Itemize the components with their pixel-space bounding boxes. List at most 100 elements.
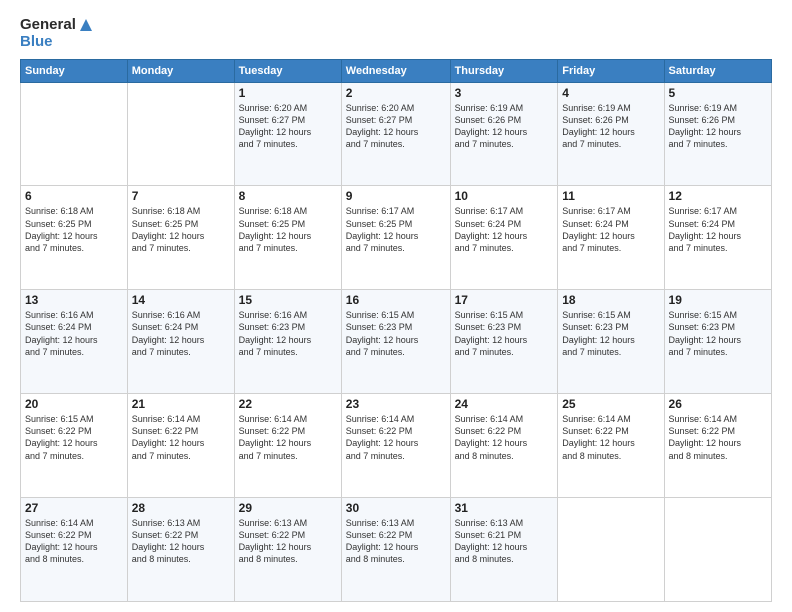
logo-container: General Blue — [20, 16, 94, 51]
calendar-cell: 22 Sunrise: 6:14 AM Sunset: 6:22 PM Dayli… — [234, 394, 341, 498]
day-number: 28 — [132, 501, 230, 515]
day-number: 30 — [346, 501, 446, 515]
day-info: Sunrise: 6:14 AM Sunset: 6:22 PM Dayligh… — [239, 413, 337, 462]
calendar-cell: 5 Sunrise: 6:19 AM Sunset: 6:26 PM Daylig… — [664, 82, 771, 186]
col-header-wednesday: Wednesday — [341, 59, 450, 82]
calendar-cell: 14Sunrise: 6:16 AM Sunset: 6:24 PM Dayli… — [127, 290, 234, 394]
day-info: Sunrise: 6:17 AM Sunset: 6:24 PM Dayligh… — [669, 205, 767, 254]
day-info: Sunrise: 6:13 AM Sunset: 6:21 PM Dayligh… — [455, 517, 554, 566]
day-number: 25 — [562, 397, 659, 411]
logo: General Blue — [20, 16, 94, 51]
day-number: 11 — [562, 189, 659, 203]
day-number: 14 — [132, 293, 230, 307]
day-info: Sunrise: 6:18 AM Sunset: 6:25 PM Dayligh… — [239, 205, 337, 254]
calendar-cell: 13 Sunrise: 6:16 AM Sunset: 6:24 PM Dayli… — [21, 290, 128, 394]
calendar-cell: 29 Sunrise: 6:13 AM Sunset: 6:22 PM Dayli… — [234, 498, 341, 602]
header: General Blue — [20, 16, 772, 51]
day-number: 31 — [455, 501, 554, 515]
day-number: 18 — [562, 293, 659, 307]
day-info: Sunrise: 6:14 AM Sunset: 6:22 PM Dayligh… — [455, 413, 554, 462]
calendar-cell: 2 Sunrise: 6:20 AM Sunset: 6:27 PM Daylig… — [341, 82, 450, 186]
day-info: Sunrise: 6:13 AM Sunset: 6:22 PM Dayligh… — [239, 517, 337, 566]
calendar-cell — [21, 82, 128, 186]
day-number: 8 — [239, 189, 337, 203]
calendar-cell — [664, 498, 771, 602]
day-info: Sunrise: 6:17 AM Sunset: 6:25 PM Dayligh… — [346, 205, 446, 254]
day-info: Sunrise: 6:14 AM Sunset: 6:22 PM Dayligh… — [132, 413, 230, 462]
day-info: Sunrise: 6:16 AM Sunset: 6:23 PM Dayligh… — [239, 309, 337, 358]
day-info: Sunrise: 6:20 AM Sunset: 6:27 PM Dayligh… — [239, 102, 337, 151]
day-number: 1 — [239, 86, 337, 100]
day-number: 6 — [25, 189, 123, 203]
day-number: 9 — [346, 189, 446, 203]
calendar-cell: 17 Sunrise: 6:15 AM Sunset: 6:23 PM Dayli… — [450, 290, 558, 394]
day-info: Sunrise: 6:15 AM Sunset: 6:23 PM Dayligh… — [455, 309, 554, 358]
day-info: Sunrise: 6:19 AM Sunset: 6:26 PM Dayligh… — [562, 102, 659, 151]
day-info: Sunrise: 6:20 AM Sunset: 6:27 PM Dayligh… — [346, 102, 446, 151]
calendar-cell: 25 Sunrise: 6:14 AM Sunset: 6:22 PM Dayli… — [558, 394, 664, 498]
logo-general-text: General — [20, 16, 76, 33]
day-info: Sunrise: 6:19 AM Sunset: 6:26 PM Dayligh… — [669, 102, 767, 151]
day-info: Sunrise: 6:14 AM Sunset: 6:22 PM Dayligh… — [562, 413, 659, 462]
day-info: Sunrise: 6:15 AM Sunset: 6:23 PM Dayligh… — [562, 309, 659, 358]
calendar-cell: 15Sunrise: 6:16 AM Sunset: 6:23 PM Dayli… — [234, 290, 341, 394]
day-info: Sunrise: 6:14 AM Sunset: 6:22 PM Dayligh… — [25, 517, 123, 566]
col-header-saturday: Saturday — [664, 59, 771, 82]
day-info: Sunrise: 6:14 AM Sunset: 6:22 PM Dayligh… — [346, 413, 446, 462]
calendar-cell: 16 Sunrise: 6:15 AM Sunset: 6:23 PM Dayli… — [341, 290, 450, 394]
calendar-cell: 10 Sunrise: 6:17 AM Sunset: 6:24 PM Dayli… — [450, 186, 558, 290]
day-info: Sunrise: 6:19 AM Sunset: 6:26 PM Dayligh… — [455, 102, 554, 151]
day-number: 22 — [239, 397, 337, 411]
logo-triangle-icon — [78, 17, 94, 33]
day-number: 20 — [25, 397, 123, 411]
day-info: Sunrise: 6:15 AM Sunset: 6:23 PM Dayligh… — [346, 309, 446, 358]
calendar-cell: 30 Sunrise: 6:13 AM Sunset: 6:22 PM Dayli… — [341, 498, 450, 602]
calendar-cell — [127, 82, 234, 186]
day-info: Sunrise: 6:13 AM Sunset: 6:22 PM Dayligh… — [346, 517, 446, 566]
calendar-page: General Blue SundayMondayTuesdayWednesda… — [0, 0, 792, 612]
col-header-sunday: Sunday — [21, 59, 128, 82]
calendar-cell — [558, 498, 664, 602]
logo-blue-text: Blue — [20, 33, 94, 50]
day-number: 2 — [346, 86, 446, 100]
calendar-cell: 18 Sunrise: 6:15 AM Sunset: 6:23 PM Dayli… — [558, 290, 664, 394]
day-number: 24 — [455, 397, 554, 411]
calendar-cell: 3 Sunrise: 6:19 AM Sunset: 6:26 PM Daylig… — [450, 82, 558, 186]
calendar-cell: 19Sunrise: 6:15 AM Sunset: 6:23 PM Dayli… — [664, 290, 771, 394]
day-number: 12 — [669, 189, 767, 203]
calendar-cell: 31 Sunrise: 6:13 AM Sunset: 6:21 PM Dayli… — [450, 498, 558, 602]
calendar-cell: 21 Sunrise: 6:14 AM Sunset: 6:22 PM Dayli… — [127, 394, 234, 498]
calendar-cell: 12 Sunrise: 6:17 AM Sunset: 6:24 PM Dayli… — [664, 186, 771, 290]
day-number: 10 — [455, 189, 554, 203]
day-info: Sunrise: 6:17 AM Sunset: 6:24 PM Dayligh… — [455, 205, 554, 254]
calendar-cell: 20Sunrise: 6:15 AM Sunset: 6:22 PM Dayli… — [21, 394, 128, 498]
calendar-cell: 8 Sunrise: 6:18 AM Sunset: 6:25 PM Daylig… — [234, 186, 341, 290]
day-number: 23 — [346, 397, 446, 411]
day-number: 19 — [669, 293, 767, 307]
day-number: 7 — [132, 189, 230, 203]
day-number: 27 — [25, 501, 123, 515]
day-number: 29 — [239, 501, 337, 515]
day-number: 4 — [562, 86, 659, 100]
day-number: 16 — [346, 293, 446, 307]
day-number: 21 — [132, 397, 230, 411]
day-info: Sunrise: 6:13 AM Sunset: 6:22 PM Dayligh… — [132, 517, 230, 566]
calendar-cell: 28 Sunrise: 6:13 AM Sunset: 6:22 PM Dayli… — [127, 498, 234, 602]
day-info: Sunrise: 6:17 AM Sunset: 6:24 PM Dayligh… — [562, 205, 659, 254]
day-number: 17 — [455, 293, 554, 307]
day-number: 13 — [25, 293, 123, 307]
day-info: Sunrise: 6:18 AM Sunset: 6:25 PM Dayligh… — [132, 205, 230, 254]
day-number: 3 — [455, 86, 554, 100]
calendar-cell: 11 Sunrise: 6:17 AM Sunset: 6:24 PM Dayli… — [558, 186, 664, 290]
calendar-cell: 6 Sunrise: 6:18 AM Sunset: 6:25 PM Daylig… — [21, 186, 128, 290]
calendar-table: SundayMondayTuesdayWednesdayThursdayFrid… — [20, 59, 772, 603]
day-number: 5 — [669, 86, 767, 100]
calendar-cell: 27 Sunrise: 6:14 AM Sunset: 6:22 PM Dayli… — [21, 498, 128, 602]
col-header-monday: Monday — [127, 59, 234, 82]
calendar-cell: 24 Sunrise: 6:14 AM Sunset: 6:22 PM Dayli… — [450, 394, 558, 498]
day-info: Sunrise: 6:16 AM Sunset: 6:24 PM Dayligh… — [25, 309, 123, 358]
col-header-thursday: Thursday — [450, 59, 558, 82]
day-info: Sunrise: 6:18 AM Sunset: 6:25 PM Dayligh… — [25, 205, 123, 254]
calendar-cell: 7 Sunrise: 6:18 AM Sunset: 6:25 PM Daylig… — [127, 186, 234, 290]
day-info: Sunrise: 6:14 AM Sunset: 6:22 PM Dayligh… — [669, 413, 767, 462]
